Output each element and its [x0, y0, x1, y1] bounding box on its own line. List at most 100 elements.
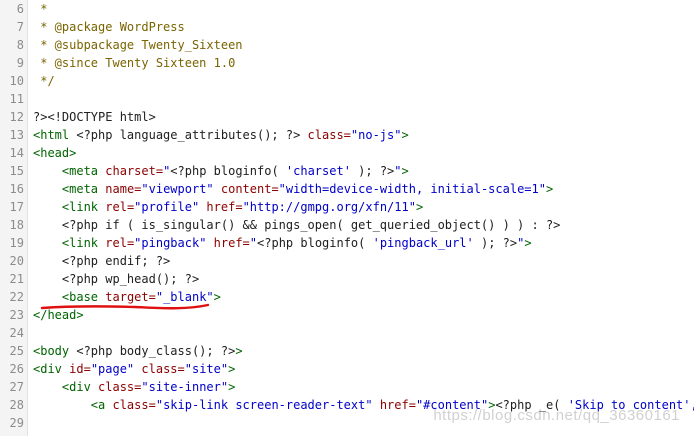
code-token: > [228, 362, 236, 376]
code-token: href= [199, 200, 243, 214]
code-text: <div class="site-inner"> [33, 378, 235, 396]
code-line-15[interactable]: 15 <meta charset= " <?php bloginfo( 'chars… [0, 162, 694, 180]
code-token: id= [69, 362, 91, 376]
code-token: "site-inner" [141, 380, 229, 394]
code-line-27[interactable]: 27 <div class="site-inner"> [0, 378, 694, 396]
code-token: name= [105, 182, 142, 196]
code-token: class= [134, 362, 185, 376]
line-number: 26 [9, 362, 24, 376]
code-token: > [235, 344, 243, 358]
line-number: 10 [9, 74, 24, 88]
code-line-12[interactable]: 12 ?><!DOCTYPE html> [0, 108, 694, 126]
code-token: <html [33, 128, 77, 142]
code-text: <?php wp_head(); ?> [33, 270, 199, 288]
code-line-8[interactable]: 8 * @subpackage Twenty_Sixteen [0, 36, 694, 54]
code-text: <link rel="pingback" href="<?php bloginf… [33, 234, 532, 252]
code-token: "skip-link screen-reader-text" [155, 398, 373, 412]
code-text: * @subpackage Twenty_Sixteen [33, 36, 243, 54]
line-number: 18 [9, 218, 24, 232]
code-line-19[interactable]: 19 <link rel="pingback" href="<?php blog… [0, 234, 694, 252]
code-token: "pingback" [134, 236, 207, 250]
code-token: charset= [105, 164, 164, 178]
code-line-10[interactable]: 10 */ [0, 72, 694, 90]
code-token: ); ?> [350, 164, 395, 178]
code-token: * [33, 2, 48, 16]
code-token: class= [98, 380, 142, 394]
code-text: <div id="page" class="site"> [33, 360, 235, 378]
line-number: 15 [9, 164, 24, 178]
code-token: href= [206, 236, 250, 250]
code-line-18[interactable]: 18 <?php if ( is_singular() && pings_ope… [0, 216, 694, 234]
code-line-26[interactable]: 26 <div id="page" class="site"> [0, 360, 694, 378]
code-line-7[interactable]: 7 * @package WordPress [0, 18, 694, 36]
code-token: <?php if ( is_singular() && pings_open( … [61, 218, 561, 232]
code-token: * @subpackage Twenty_Sixteen [33, 38, 243, 52]
line-number: 19 [9, 236, 24, 250]
code-line-24[interactable]: 24 [0, 324, 694, 342]
code-token: <link [61, 236, 106, 250]
code-token: rel= [105, 236, 135, 250]
code-line-6[interactable]: 6 * [0, 0, 694, 18]
code-text: <body <?php body_class(); ?>> [33, 342, 243, 360]
code-token: content= [213, 182, 279, 196]
code-token: <a [90, 398, 113, 412]
code-token: > [213, 290, 221, 304]
code-editor[interactable]: 6 * 7 * @package WordPress 8 * @subpackage… [0, 0, 694, 436]
code-token: <?php bloginfo( [170, 164, 286, 178]
code-token: * @since Twenty Sixteen 1.0 [33, 56, 236, 70]
code-token: "width=device-width, initial-scale=1" [278, 182, 546, 196]
code-line-11[interactable]: 11 [0, 90, 694, 108]
code-line-16[interactable]: 16 <meta name="viewport" content="width=… [0, 180, 694, 198]
code-line-25[interactable]: 25 <body <?php body_class(); ?>> [0, 342, 694, 360]
code-token: <?php language_attributes(); ?> [76, 128, 308, 142]
line-number: 24 [9, 326, 24, 340]
line-number: 17 [9, 200, 24, 214]
code-token: "page" [90, 362, 135, 376]
code-token: <div [61, 380, 99, 394]
code-token: <body [33, 344, 77, 358]
code-line-9[interactable]: 9 * @since Twenty Sixteen 1.0 [0, 54, 694, 72]
code-text: <meta name="viewport" content="width=dev… [33, 180, 553, 198]
red-underline-annotation [40, 303, 210, 310]
code-token: "http://gmpg.org/xfn/11" [242, 200, 416, 214]
watermark-text: https://blog.csdn.net/qq_36360161 [433, 407, 680, 424]
code-line-21[interactable]: 21 <?php wp_head(); ?> [0, 270, 694, 288]
code-text: <html <?php language_attributes(); ?> cl… [33, 126, 409, 144]
line-number: 7 [16, 20, 24, 34]
code-line-20[interactable]: 20 <?php endif; ?> [0, 252, 694, 270]
line-number: 12 [9, 110, 24, 124]
code-text: * [33, 0, 47, 18]
code-token: */ [33, 74, 55, 88]
code-line-17[interactable]: 17 <link rel="profile" href="http://gmpg… [0, 198, 694, 216]
line-number: 13 [9, 128, 24, 142]
code-token: " [249, 236, 258, 250]
code-token: 'pingback_url' [372, 236, 474, 250]
code-token: > [524, 236, 532, 250]
code-line-13[interactable]: 13 <html <?php language_attributes(); ?> … [0, 126, 694, 144]
code-text: <?php endif; ?> [33, 252, 170, 270]
line-number: 16 [9, 182, 24, 196]
code-token: " [394, 164, 402, 178]
code-token: 'charset' [285, 164, 351, 178]
line-number: 27 [9, 380, 24, 394]
code-token: ?><!DOCTYPE html> [33, 110, 156, 124]
code-line-14[interactable]: 14 <head> [0, 144, 694, 162]
line-number: 9 [16, 56, 24, 70]
line-number: 20 [9, 254, 24, 268]
code-token: "no-js" [350, 128, 402, 142]
line-number: 11 [9, 92, 24, 106]
code-token: > [401, 128, 409, 142]
line-number: 22 [9, 290, 24, 304]
code-text: <meta charset= " <?php bloginfo( 'charset'… [33, 162, 409, 180]
code-token: > [401, 164, 409, 178]
code-text: <?php if ( is_singular() && pings_open( … [33, 216, 561, 234]
line-number: 29 [9, 416, 24, 430]
